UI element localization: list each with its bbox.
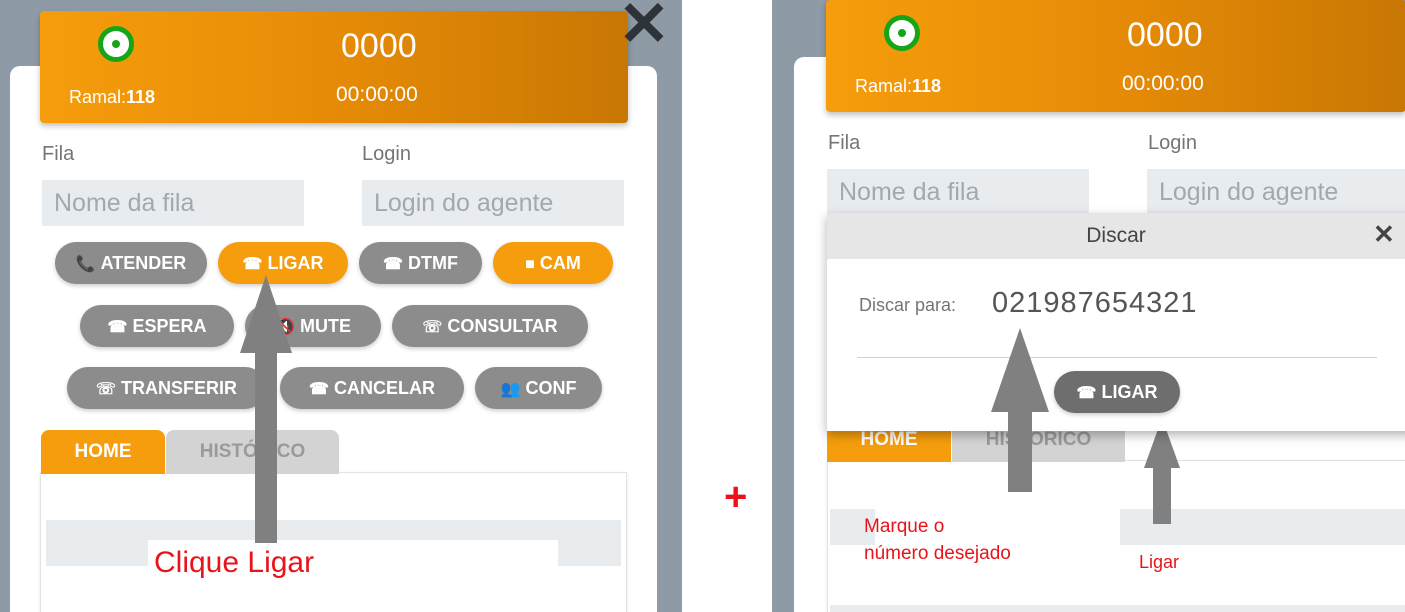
plus-sign: + <box>724 475 748 519</box>
login-label: Login <box>362 143 411 165</box>
cam-button[interactable]: ■ CAM <box>493 242 613 284</box>
telephone-icon: ☎ <box>383 256 403 273</box>
call-timer: 00:00:00 <box>336 83 418 106</box>
fila-label: Fila <box>828 132 861 154</box>
close-icon[interactable]: ✕ <box>1373 219 1395 250</box>
dial-underline <box>857 357 1377 358</box>
dial-input[interactable]: 021987654321 <box>992 287 1198 320</box>
arrow-up-icon <box>991 328 1049 492</box>
modal-header: Discar ✕ <box>827 213 1405 259</box>
extension-label: Ramal:118 <box>855 76 942 96</box>
annotation-clique-ligar: Clique Ligar <box>154 546 315 579</box>
call-header: Ramal:118 0000 00:00:00 <box>40 11 628 123</box>
phone-dots-icon: ☏ <box>422 319 443 336</box>
espera-button[interactable]: ☎ ESPERA <box>80 305 234 347</box>
telephone-icon: ☎ <box>1076 385 1097 402</box>
content-row <box>830 605 1405 612</box>
phone-ring-icon: 📞 <box>75 256 96 273</box>
tab-home[interactable]: HOME <box>41 430 165 474</box>
arrow-up-icon <box>240 275 292 543</box>
annotation-ligar: Ligar <box>1139 552 1180 572</box>
dtmf-button[interactable]: ☎ DTMF <box>359 242 482 284</box>
users-icon: 👥 <box>500 381 521 398</box>
fila-input[interactable]: Nome da fila <box>42 180 304 226</box>
telephone-icon: ☎ <box>242 256 263 273</box>
login-input[interactable]: Login do agente <box>1147 169 1405 215</box>
left-screenshot: Ramal:118 0000 00:00:00 ✕ Fila Login Nom… <box>0 0 682 612</box>
dial-label: Discar para: <box>859 295 957 315</box>
login-input[interactable]: Login do agente <box>362 180 624 226</box>
fila-label: Fila <box>42 143 75 165</box>
call-number: 0000 <box>341 27 417 65</box>
hangup-phone-icon: ☎ <box>107 319 128 336</box>
conf-button[interactable]: 👥 CONF <box>475 367 602 409</box>
phone-dots-icon: ☏ <box>95 381 116 398</box>
call-header: Ramal:118 0000 00:00:00 <box>826 0 1405 112</box>
call-number: 0000 <box>1127 16 1203 54</box>
atender-button[interactable]: 📞 ATENDER <box>55 242 207 284</box>
consultar-button[interactable]: ☏ CONSULTAR <box>392 305 588 347</box>
annotation-marque-numero: Marque o número desejado <box>864 516 1011 564</box>
ligar-button[interactable]: ☎ LIGAR <box>1054 371 1180 413</box>
status-online-icon <box>98 26 134 62</box>
cancelar-button[interactable]: ☎ CANCELAR <box>280 367 464 409</box>
modal-title: Discar <box>1086 224 1146 247</box>
extension-label: Ramal:118 <box>69 87 156 107</box>
video-camera-icon: ■ <box>525 256 535 273</box>
login-label: Login <box>1148 132 1197 154</box>
hangup-phone-icon: ☎ <box>309 381 329 398</box>
arrow-up-icon <box>1144 418 1180 524</box>
status-online-icon <box>884 15 920 51</box>
close-icon[interactable]: ✕ <box>618 0 670 56</box>
dial-modal: Discar ✕ Discar para: 021987654321 ☎ LIGA… <box>827 213 1405 431</box>
call-timer: 00:00:00 <box>1122 72 1204 95</box>
fila-input[interactable]: Nome da fila <box>827 169 1089 215</box>
